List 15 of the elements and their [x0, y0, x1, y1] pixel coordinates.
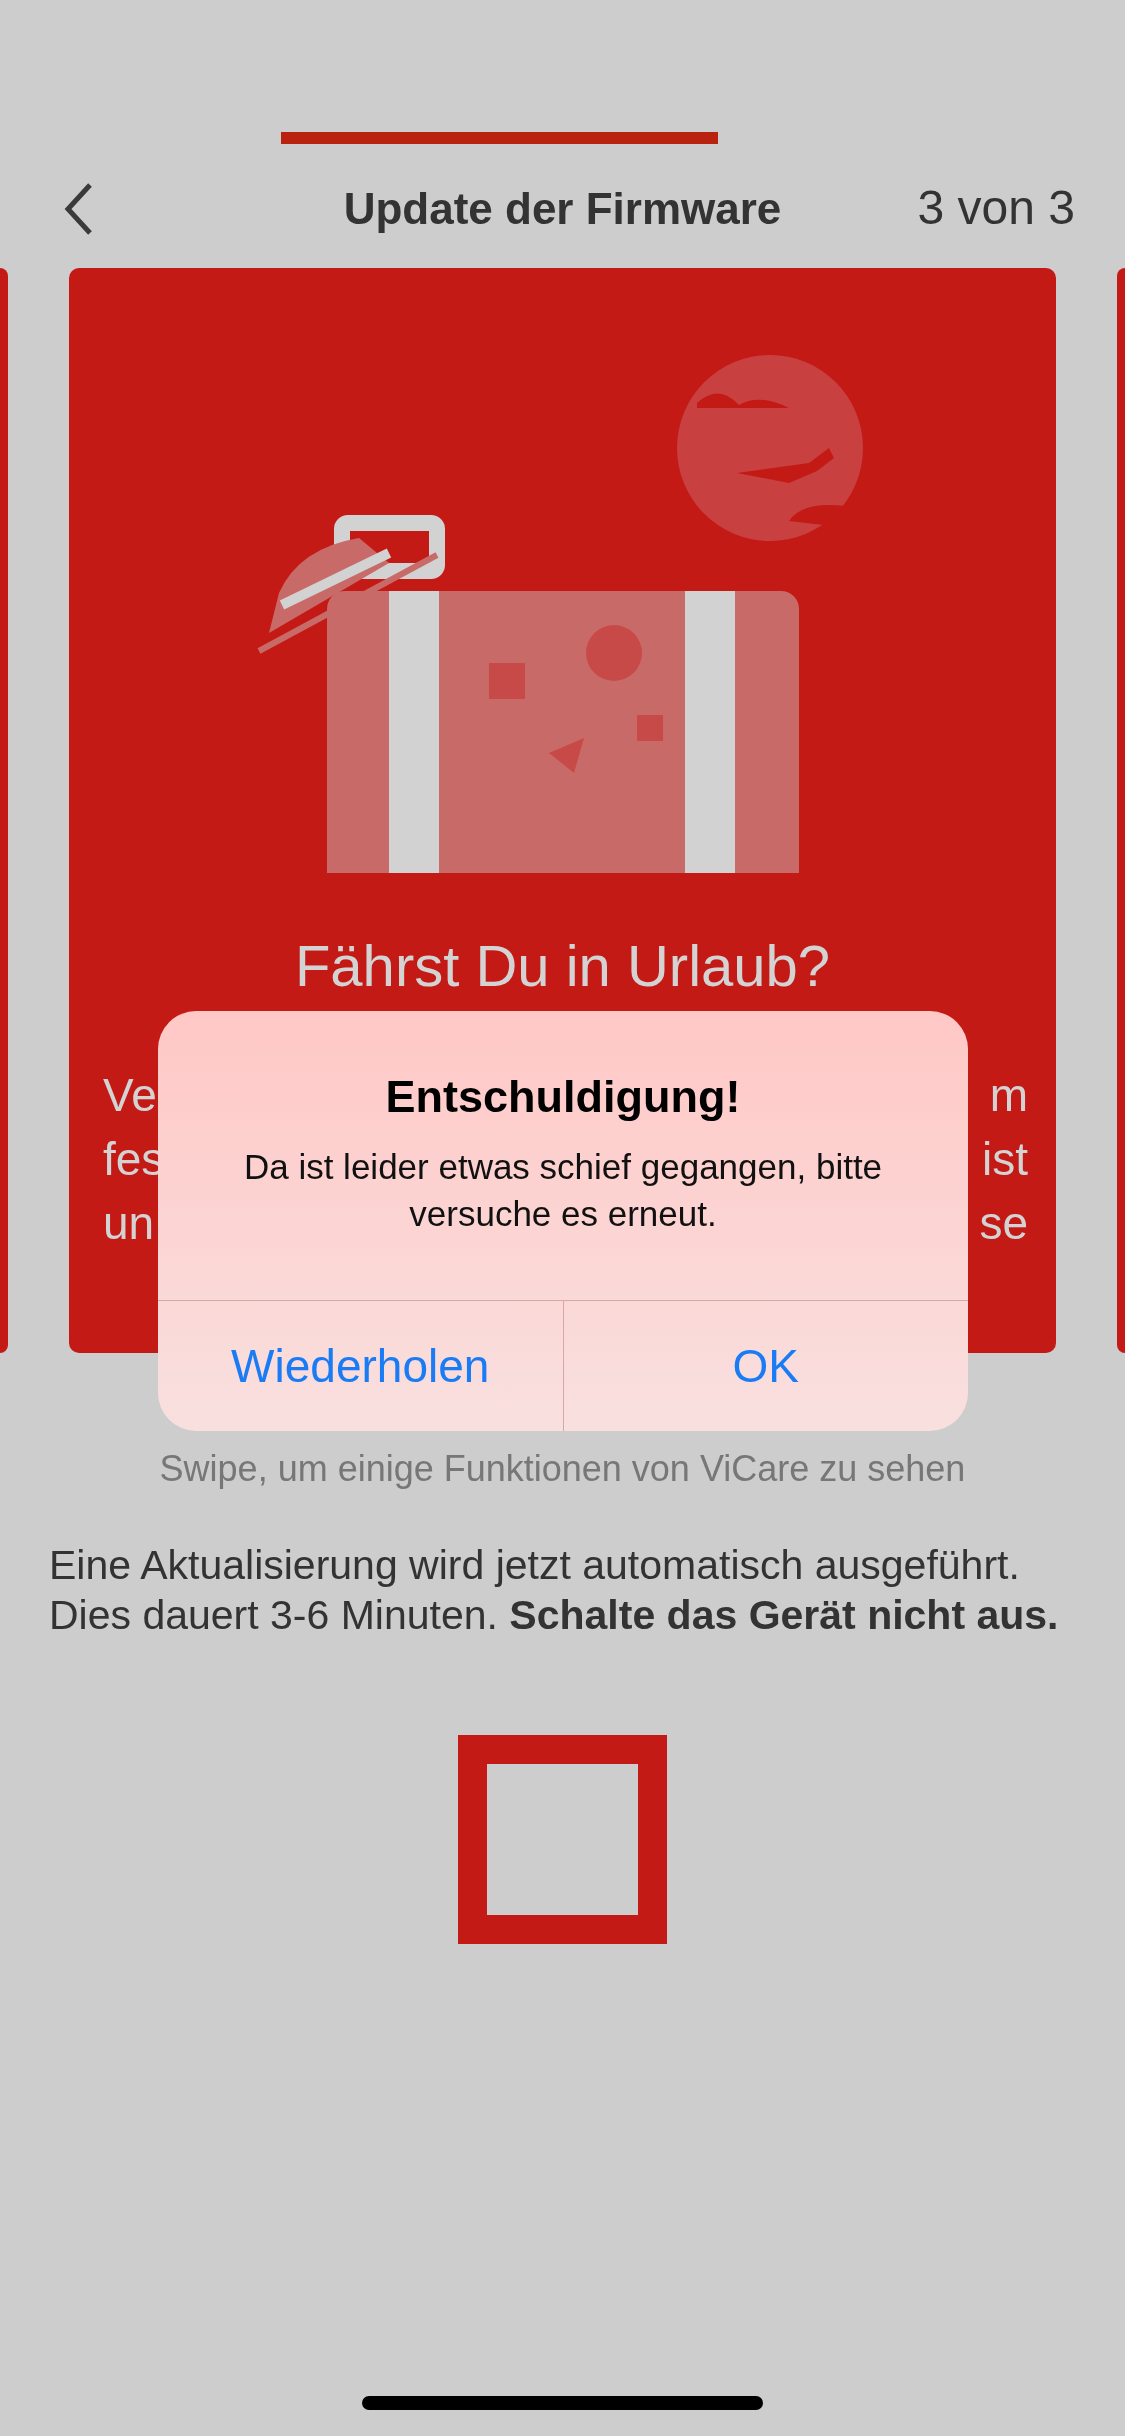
back-icon[interactable]	[64, 182, 94, 236]
step-counter: 3 von 3	[917, 180, 1075, 235]
screen-title: Update der Firmware	[343, 184, 782, 234]
info-text: Eine Aktualisierung wird jetzt automatisch ausgeführt. Dies dauert 3-6 Minuten. Schalte das Gerät nicht aus.	[49, 1541, 1059, 1640]
alert-title: Entschuldigung!	[385, 1071, 741, 1123]
card-text: Ve	[103, 1068, 157, 1123]
square-icon	[458, 1735, 667, 1944]
alert-message: Da ist leider etwas schief gegangen, bitte versuche es erneut.	[243, 1146, 883, 1235]
card-text: se	[979, 1196, 1028, 1251]
card-title: Fährst Du in Urlaub?	[294, 932, 831, 1000]
card-text: un	[103, 1196, 155, 1251]
swipe-hint: Swipe, um einige Funktionen von ViCare zu sehen	[158, 1448, 967, 1490]
alert-button[interactable]: OK	[562, 1301, 968, 1431]
card-text: ist	[982, 1132, 1028, 1187]
card-text: m	[989, 1068, 1028, 1123]
